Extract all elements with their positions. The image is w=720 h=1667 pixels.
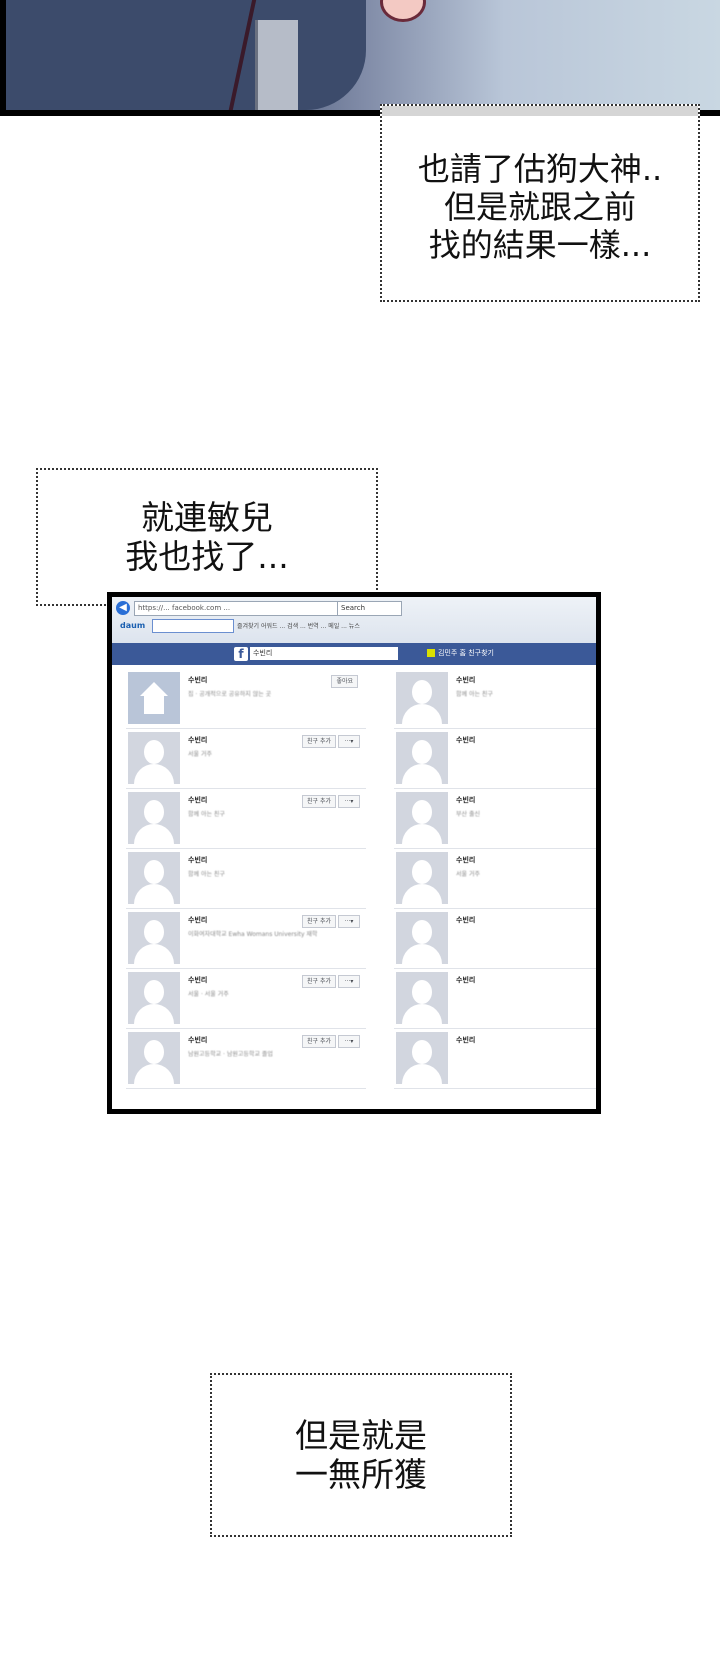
results-column-right: 수빈리 함께 아는 친구 친 수빈리 친 수빈리 부산 출신 친 수빈리 서울 … (394, 669, 596, 1089)
caption-line: 但是就跟之前 (443, 188, 636, 226)
result-item[interactable]: 수빈리 부산 출신 친 (394, 789, 596, 849)
facebook-header: f 수빈리 김민주 홈 친구찾기 (112, 643, 596, 665)
result-item[interactable]: 수빈리 친 (394, 729, 596, 789)
result-detail: 이화여자대학교 Ewha Womans University 재학 (188, 931, 318, 938)
search-screenshot-panel: ◀ https://... facebook.com ... Search da… (107, 592, 601, 1114)
place-avatar[interactable] (128, 672, 180, 724)
result-name[interactable]: 수빈리 (456, 795, 475, 805)
result-item[interactable]: 수빈리 친 (394, 1029, 596, 1089)
result-item[interactable]: 수빈리 친 (394, 969, 596, 1029)
add-friend-button[interactable]: 친구 추가 (302, 1035, 336, 1048)
add-friend-button[interactable]: 친구 추가 (302, 735, 336, 748)
avatar[interactable] (396, 672, 448, 724)
result-name[interactable]: 수빈리 (188, 855, 207, 865)
result-detail: 서울 거주 (456, 871, 480, 878)
result-item[interactable]: 수빈리 함께 아는 친구 친구 추가 ···▾ (126, 789, 366, 849)
browser-toolbar: ◀ https://... facebook.com ... Search da… (112, 597, 596, 644)
facebook-nav-text[interactable]: 김민주 홈 친구찾기 (438, 649, 494, 657)
more-options-button[interactable]: ···▾ (338, 1035, 360, 1048)
caption-line: 我也找了... (125, 537, 289, 576)
avatar[interactable] (396, 1032, 448, 1084)
result-detail: 집 · 공개적으로 공유하지 않는 곳 (188, 691, 272, 698)
add-friend-button[interactable]: 친구 추가 (302, 975, 336, 988)
avatar[interactable] (396, 852, 448, 904)
result-detail: 함께 아는 친구 (188, 811, 225, 818)
result-name[interactable]: 수빈리 (456, 735, 475, 745)
result-item[interactable]: 수빈리 집 · 공개적으로 공유하지 않는 곳 좋아요 (126, 669, 366, 729)
avatar[interactable] (128, 732, 180, 784)
address-bar[interactable]: https://... facebook.com ... (134, 601, 339, 616)
character-hand (380, 0, 426, 22)
caption-line: 但是就是 (295, 1416, 427, 1455)
result-name[interactable]: 수빈리 (456, 675, 475, 685)
add-friend-button[interactable]: 친구 추가 (302, 795, 336, 808)
caption-box-top: 也請了估狗大神.. 但是就跟之前 找的結果一樣... (380, 104, 700, 302)
more-options-button[interactable]: ···▾ (338, 975, 360, 988)
result-item[interactable]: 수빈리 남원고등학교 · 남원고등학교 졸업 친구 추가 ···▾ (126, 1029, 366, 1089)
result-item[interactable]: 수빈리 서울 · 서울 거주 친구 추가 ···▾ (126, 969, 366, 1029)
caption-box-bottom: 但是就是 一無所獲 (210, 1373, 512, 1537)
result-item[interactable]: 수빈리 이화여자대학교 Ewha Womans University 재학 친구… (126, 909, 366, 969)
caption-line: 也請了估狗大神.. (417, 150, 663, 188)
more-options-button[interactable]: ···▾ (338, 735, 360, 748)
avatar[interactable] (396, 732, 448, 784)
results-column-left: 수빈리 집 · 공개적으로 공유하지 않는 곳 좋아요 수빈리 서울 거주 친구… (126, 669, 366, 1089)
add-friend-button[interactable]: 친구 추가 (302, 915, 336, 928)
caption-line: 一無所獲 (295, 1455, 427, 1494)
character-coat (6, 0, 366, 110)
avatar[interactable] (128, 852, 180, 904)
result-item[interactable]: 수빈리 서울 거주 친구 추가 ···▾ (126, 729, 366, 789)
result-name[interactable]: 수빈리 (188, 975, 207, 985)
result-name[interactable]: 수빈리 (456, 855, 475, 865)
facebook-logo-icon[interactable]: f (234, 647, 248, 661)
toolbar-search-input[interactable] (152, 619, 234, 633)
avatar[interactable] (396, 912, 448, 964)
avatar[interactable] (128, 792, 180, 844)
result-name[interactable]: 수빈리 (456, 1035, 475, 1045)
back-arrow-icon[interactable]: ◀ (116, 601, 130, 615)
avatar[interactable] (396, 972, 448, 1024)
toolbar-links[interactable]: 즐겨찾기 어워드 ... 검색 ... 번역 ... 메일 ... 뉴스 (237, 621, 360, 630)
result-name[interactable]: 수빈리 (188, 795, 207, 805)
more-options-button[interactable]: ···▾ (338, 915, 360, 928)
comic-panel-top (0, 0, 720, 116)
result-detail: 서울 거주 (188, 751, 212, 758)
caption-box-middle: 就連敏兒 我也找了... (36, 468, 378, 606)
daum-logo: daum (120, 621, 146, 630)
result-name[interactable]: 수빈리 (188, 735, 207, 745)
result-detail: 함께 아는 친구 (188, 871, 225, 878)
chair-back (255, 20, 298, 110)
result-detail: 서울 · 서울 거주 (188, 991, 229, 998)
result-name[interactable]: 수빈리 (188, 1035, 207, 1045)
facebook-search-input[interactable]: 수빈리 (250, 647, 398, 660)
caption-line: 就連敏兒 (140, 498, 273, 537)
avatar[interactable] (396, 792, 448, 844)
avatar[interactable] (128, 1032, 180, 1084)
facebook-nav[interactable]: 김민주 홈 친구찾기 (427, 648, 494, 658)
result-name[interactable]: 수빈리 (188, 915, 207, 925)
result-name[interactable]: 수빈리 (456, 915, 475, 925)
result-item[interactable]: 수빈리 함께 아는 친구 친 (394, 669, 596, 729)
result-detail: 부산 출신 (456, 811, 480, 818)
avatar[interactable] (128, 972, 180, 1024)
caption-line: 找的結果一樣... (428, 226, 652, 264)
result-item[interactable]: 수빈리 서울 거주 친 (394, 849, 596, 909)
avatar[interactable] (128, 912, 180, 964)
result-detail: 함께 아는 친구 (456, 691, 493, 698)
result-name[interactable]: 수빈리 (456, 975, 475, 985)
result-name[interactable]: 수빈리 (188, 675, 207, 685)
result-item[interactable]: 수빈리 친 (394, 909, 596, 969)
more-options-button[interactable]: ···▾ (338, 795, 360, 808)
result-detail: 남원고등학교 · 남원고등학교 졸업 (188, 1051, 273, 1058)
result-item[interactable]: 수빈리 함께 아는 친구 (126, 849, 366, 909)
like-button[interactable]: 좋아요 (331, 675, 358, 688)
browser-tab[interactable]: Search (337, 601, 402, 616)
profile-thumb-icon (427, 649, 435, 657)
